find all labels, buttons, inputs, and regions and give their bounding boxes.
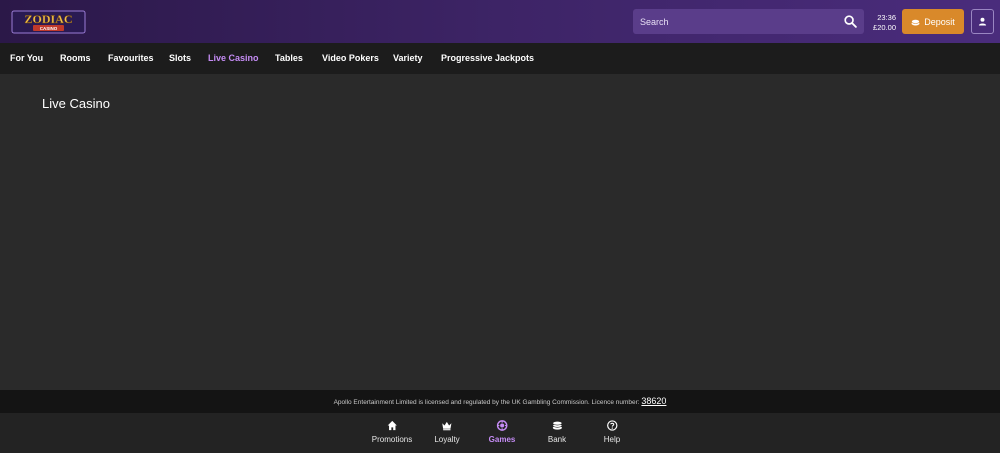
top-header: ZODIAC CASINO 23:36 £20.00 Deposit bbox=[0, 0, 1000, 43]
nav-item-video-pokers[interactable]: Video Pokers bbox=[322, 53, 379, 63]
nav-item-variety[interactable]: Variety bbox=[393, 53, 423, 63]
bottom-nav-bank[interactable]: Bank bbox=[548, 420, 566, 444]
licence-number-link[interactable]: 38620 bbox=[641, 396, 666, 406]
bottom-nav-label: Loyalty bbox=[434, 435, 460, 444]
licence-bar: Apollo Entertainment Limited is licensed… bbox=[0, 390, 1000, 413]
bottom-nav-loyalty[interactable]: Loyalty bbox=[434, 420, 460, 444]
home-icon bbox=[387, 420, 397, 431]
help-icon bbox=[606, 420, 618, 431]
zodiac-casino-logo[interactable]: ZODIAC CASINO bbox=[11, 10, 86, 34]
nav-item-live-casino[interactable]: Live Casino bbox=[208, 53, 259, 63]
category-nav: For You Rooms Favourites Slots Live Casi… bbox=[0, 43, 1000, 74]
deposit-label: Deposit bbox=[924, 16, 955, 27]
clock-balance: 23:36 £20.00 bbox=[866, 13, 896, 32]
bottom-nav: Promotions Loyalty Games Bank Help bbox=[0, 413, 1000, 453]
bottom-nav-promotions[interactable]: Promotions bbox=[372, 420, 412, 444]
svg-text:CASINO: CASINO bbox=[40, 26, 58, 31]
balance-amount: £20.00 bbox=[873, 22, 896, 32]
bottom-nav-label: Promotions bbox=[371, 435, 413, 444]
bottom-nav-help[interactable]: Help bbox=[604, 420, 620, 444]
bottom-nav-games[interactable]: Games bbox=[488, 420, 516, 444]
page-title: Live Casino bbox=[42, 96, 110, 111]
deposit-button[interactable]: Deposit bbox=[902, 9, 964, 34]
search-input[interactable] bbox=[633, 9, 847, 34]
bank-icon bbox=[552, 421, 562, 430]
nav-item-rooms[interactable]: Rooms bbox=[60, 53, 91, 63]
search-box[interactable] bbox=[633, 9, 864, 34]
bottom-nav-label: Games bbox=[488, 435, 516, 444]
nav-item-tables[interactable]: Tables bbox=[275, 53, 303, 63]
bottom-nav-label: Help bbox=[603, 435, 621, 444]
licence-text: Apollo Entertainment Limited is licensed… bbox=[333, 399, 640, 406]
games-icon bbox=[496, 420, 508, 431]
bottom-nav-label: Bank bbox=[547, 435, 567, 444]
user-icon bbox=[978, 17, 987, 26]
clock-time: 23:36 bbox=[877, 13, 896, 22]
nav-item-favourites[interactable]: Favourites bbox=[108, 53, 154, 63]
nav-item-progressive-jackpots[interactable]: Progressive Jackpots bbox=[441, 53, 534, 63]
account-button[interactable] bbox=[971, 9, 994, 34]
coins-icon bbox=[911, 18, 921, 25]
svg-text:ZODIAC: ZODIAC bbox=[24, 12, 72, 26]
nav-item-slots[interactable]: Slots bbox=[169, 53, 191, 63]
crown-icon bbox=[442, 421, 452, 431]
nav-item-for-you[interactable]: For You bbox=[10, 53, 43, 63]
search-icon[interactable] bbox=[844, 15, 857, 28]
